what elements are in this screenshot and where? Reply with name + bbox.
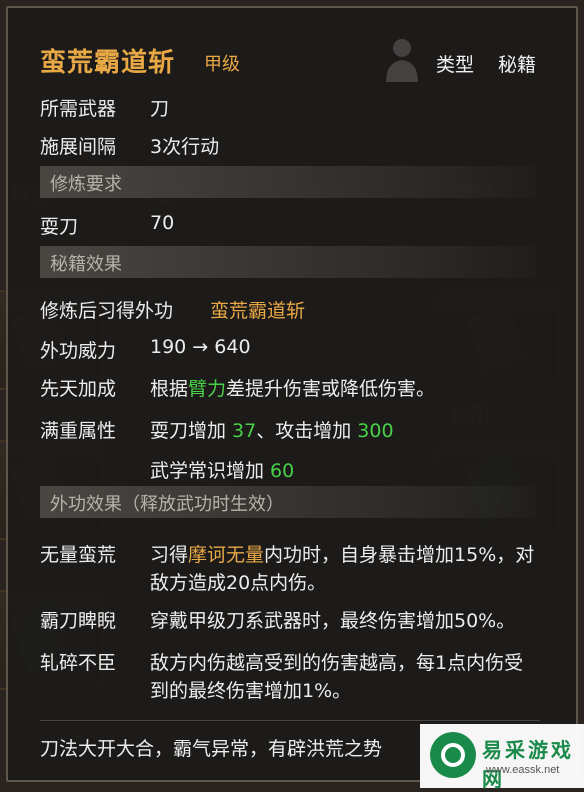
innate-pre: 根据 <box>150 378 189 400</box>
skill-name: 蛮荒霸道斩 <box>40 48 176 78</box>
weapon-value: 刀 <box>150 98 170 120</box>
weapon-label: 所需武器 <box>40 98 117 120</box>
innate-text: 根据臂力差提升伤害或降低伤害。 <box>150 374 435 401</box>
external-2-label: 霸刀睥睨 <box>40 610 117 632</box>
site-watermark: 易采游戏网 www.eassk.net <box>420 724 584 791</box>
section-title: 外功效果（释放武功时生效） <box>50 494 284 515</box>
external-2-text: 穿戴甲级刀系武器时，最终伤害增加50%。 <box>150 610 516 632</box>
innate-label: 先天加成 <box>40 378 117 400</box>
learn-label: 修炼后习得外功 <box>40 300 174 322</box>
external-3-label: 轧碎不臣 <box>40 652 117 674</box>
section-effects: 秘籍效果 <box>40 246 536 278</box>
watermark-url: www.eassk.net <box>486 764 560 776</box>
interval-label: 施展间隔 <box>40 136 117 158</box>
full-b-value: 60 <box>270 460 295 482</box>
external-1-line2: 敌方造成20点内伤。 <box>150 572 327 594</box>
external-1-pre: 习得 <box>150 544 189 566</box>
learn-value: 蛮荒霸道斩 <box>210 300 306 322</box>
requirement-skill-value: 70 <box>150 212 175 234</box>
section-title: 修炼要求 <box>50 174 122 195</box>
innate-stat: 臂力 <box>188 378 227 400</box>
skill-tooltip: 蛮荒霸道斩 甲级 类型 秘籍 所需武器 刀 施展间隔 3次行动 修炼要求 耍刀 … <box>6 6 578 782</box>
type-value: 秘籍 <box>498 54 537 76</box>
external-3-line1: 敌方内伤越高受到的伤害越高，每1点内伤受 <box>150 652 524 674</box>
interval-value: 3次行动 <box>150 136 220 158</box>
full-b-text: 武学常识增加 60 <box>150 456 294 483</box>
section-external: 外功效果（释放武功时生效） <box>40 486 536 518</box>
external-1-text: 习得摩诃无量内功时，自身暴击增加15%，对 <box>150 540 534 567</box>
power-label: 外功威力 <box>40 340 117 362</box>
innate-post: 差提升伤害或降低伤害。 <box>226 378 436 400</box>
divider <box>40 720 540 721</box>
external-1-skill: 摩诃无量 <box>188 544 265 566</box>
external-1-label: 无量蛮荒 <box>40 544 117 566</box>
section-title: 秘籍效果 <box>50 254 122 275</box>
section-requirement: 修炼要求 <box>40 166 536 198</box>
power-value: 190 → 640 <box>150 336 251 358</box>
requirement-skill-label: 耍刀 <box>40 216 79 238</box>
full-a-pre: 耍刀增加 <box>150 420 233 442</box>
flavor-text: 刀法大开大合，霸气异常，有辟洪荒之势 <box>40 738 383 760</box>
skill-grade: 甲级 <box>204 54 240 75</box>
external-3-line2: 到的最终伤害增加1%。 <box>150 680 352 702</box>
full-a-mid: 、攻击增加 <box>256 420 358 442</box>
full-b-pre: 武学常识增加 <box>150 460 271 482</box>
site-logo-icon <box>430 732 476 778</box>
full-label: 满重属性 <box>40 420 117 442</box>
watermark-name: 易采游戏网 <box>482 738 574 791</box>
full-a-value2: 300 <box>357 420 394 442</box>
person-icon <box>386 39 418 82</box>
full-a-value: 37 <box>232 420 257 442</box>
external-1-post: 内功时，自身暴击增加15%，对 <box>264 544 535 566</box>
type-label: 类型 <box>436 54 475 76</box>
full-a-text: 耍刀增加 37、攻击增加 300 <box>150 416 394 443</box>
